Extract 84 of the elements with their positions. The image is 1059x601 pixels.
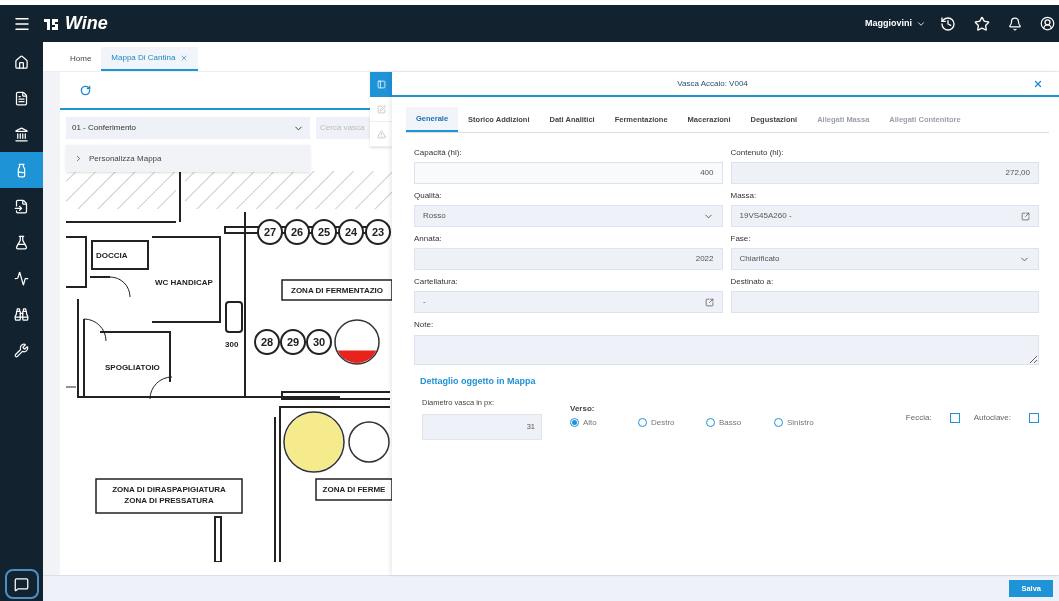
input-field[interactable] <box>730 291 1039 313</box>
zone-label: ZONA DI PRESSATURA <box>124 496 214 505</box>
tank-number: 23 <box>371 226 385 238</box>
tank-number: 28 <box>260 336 274 348</box>
refresh-icon[interactable] <box>80 84 91 96</box>
notifications-icon[interactable] <box>1008 16 1022 31</box>
star-icon[interactable] <box>974 15 990 32</box>
tank-circle[interactable] <box>365 219 391 245</box>
checkbox[interactable] <box>949 412 960 423</box>
chevron-right-icon <box>74 154 83 163</box>
select-field[interactable]: Chiarificato <box>730 248 1039 270</box>
document-icon <box>14 90 29 106</box>
checkbox-option[interactable]: Autoclave: <box>973 411 1039 424</box>
field-label: Capacità (hl): <box>414 147 463 159</box>
tank-number: 30 <box>312 336 326 348</box>
tank-circle[interactable] <box>254 329 280 355</box>
warning-icon <box>376 129 386 139</box>
zone-label: ZONA DI DIRASPAPIGIATURA <box>112 485 226 494</box>
input-field[interactable]: 272,00 <box>730 162 1039 184</box>
panel-title: Vasca Accaio: V004 <box>677 77 748 90</box>
radio-option[interactable]: Alto <box>570 416 638 429</box>
input-field[interactable]: - <box>414 291 723 313</box>
page-tab[interactable]: Home <box>60 47 102 71</box>
room-label: SPOGLIATOIO <box>105 363 160 372</box>
flask-icon <box>14 234 29 250</box>
notes-field[interactable] <box>414 335 1039 365</box>
user-icon[interactable] <box>1040 16 1055 31</box>
chat-icon <box>14 576 29 592</box>
tank-number: 27 <box>263 226 277 238</box>
checkbox-option[interactable]: Feccia: <box>905 411 960 424</box>
checkbox[interactable] <box>1029 412 1039 423</box>
field-label: Cartellatura: <box>414 276 459 288</box>
field-label: Verso: <box>570 402 596 415</box>
tank-circle[interactable] <box>334 319 380 365</box>
chat-button[interactable] <box>4 569 39 599</box>
tank-number: 26 <box>290 226 304 238</box>
open-link-icon <box>704 297 714 307</box>
tank-number: 25 <box>317 226 331 238</box>
page-tab[interactable]: Mappa Di Cantina <box>101 47 199 71</box>
home-icon <box>14 54 29 70</box>
field-label: Fase: <box>730 233 752 245</box>
tank-circle[interactable] <box>257 219 283 245</box>
pulse-icon <box>14 270 29 286</box>
input-field[interactable]: 2022 <box>414 248 723 270</box>
select-field[interactable]: Rosso <box>414 205 723 227</box>
field-label: Note: <box>414 319 435 331</box>
tank-circle[interactable] <box>338 219 364 245</box>
panel-icon <box>376 80 386 89</box>
binoculars-icon <box>14 306 29 322</box>
zone-label: ZONA DI FERMENTAZIO <box>291 286 383 295</box>
room-label: DOCCIA <box>96 251 128 260</box>
tank-number: 29 <box>286 336 300 348</box>
field-label: Qualità: <box>414 190 443 202</box>
open-link-icon <box>1021 211 1030 221</box>
input-field[interactable]: 19VS45A260 - <box>730 205 1039 227</box>
tank-circle[interactable] <box>348 421 390 463</box>
close-icon[interactable] <box>1033 78 1043 89</box>
bank-icon <box>14 126 29 142</box>
field-label: Massa: <box>730 190 758 202</box>
field-label: Destinato a: <box>730 276 775 288</box>
zone-label: ZONA DI FERME <box>322 485 386 494</box>
edit-icon <box>376 104 386 114</box>
history-icon[interactable] <box>940 15 956 32</box>
tank-number: 24 <box>344 226 358 238</box>
accordion-header[interactable]: Personalizza Mappa <box>66 145 310 172</box>
user-menu[interactable]: Maggiovini <box>865 16 926 31</box>
tank-circle[interactable] <box>311 219 337 245</box>
tank-circle[interactable] <box>306 329 332 355</box>
radio-option[interactable]: Destro <box>638 416 706 429</box>
radio-button[interactable] <box>570 418 579 427</box>
tank-circle[interactable] <box>280 329 306 355</box>
field-label: Annata: <box>414 233 443 245</box>
section-title: Dettaglio oggetto in Mappa <box>420 375 537 388</box>
room-label: 300 <box>225 340 239 349</box>
tools-icon <box>14 342 29 358</box>
brand-name: Wine <box>65 12 108 35</box>
zone-select[interactable]: 01 - Conferimento <box>66 117 310 139</box>
field-label: Contenuto (hl): <box>730 147 785 159</box>
room-label: WC HANDICAP <box>155 278 213 287</box>
import-icon <box>14 198 29 214</box>
input-field[interactable]: 400 <box>414 162 723 184</box>
tank-circle[interactable] <box>284 219 310 245</box>
radio-option[interactable]: Sinistro <box>774 416 842 429</box>
radio-option[interactable]: Basso <box>706 416 774 429</box>
